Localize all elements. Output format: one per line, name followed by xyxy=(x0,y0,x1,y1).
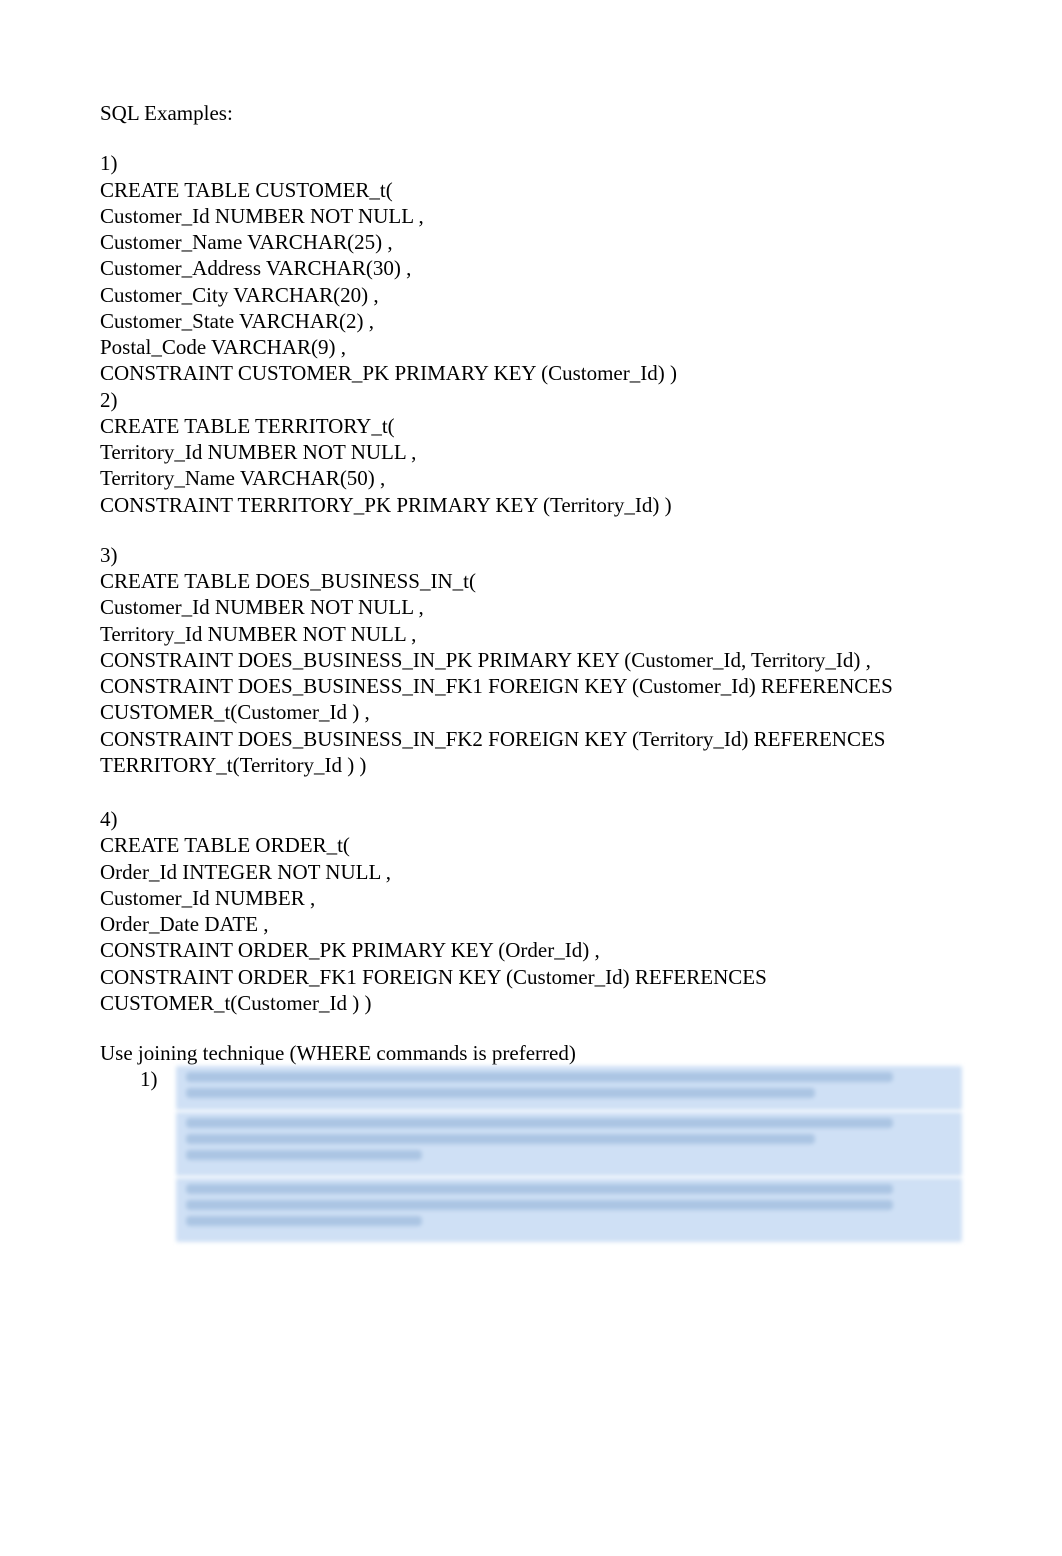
document-page: SQL Examples: 1) CREATE TABLE CUSTOMER_t… xyxy=(0,0,1062,1344)
list-number: 1) xyxy=(140,1066,176,1092)
section-4-line: Order_Date DATE , xyxy=(100,911,962,937)
section-4-line: Customer_Id NUMBER , xyxy=(100,885,962,911)
section-1-line: CREATE TABLE CUSTOMER_t( xyxy=(100,177,962,203)
section-1-line: Customer_Name VARCHAR(25) , xyxy=(100,229,962,255)
section-4-line: Order_Id INTEGER NOT NULL , xyxy=(100,859,962,885)
section-4-line: CREATE TABLE ORDER_t( xyxy=(100,832,962,858)
list-item: 1) xyxy=(140,1066,962,1110)
section-1-line: Customer_Address VARCHAR(30) , xyxy=(100,255,962,281)
redacted-text-icon xyxy=(176,1112,962,1176)
redacted-text-icon xyxy=(176,1066,962,1110)
section-1-line: Customer_State VARCHAR(2) , xyxy=(100,308,962,334)
numbered-list: 1) xyxy=(100,1066,962,1242)
section-1-num: 1) xyxy=(100,150,962,176)
spacer xyxy=(100,778,962,806)
section-2-line: CONSTRAINT TERRITORY_PK PRIMARY KEY (Ter… xyxy=(100,492,962,518)
section-1-line: CONSTRAINT CUSTOMER_PK PRIMARY KEY (Cust… xyxy=(100,360,962,386)
section-3-line: CONSTRAINT DOES_BUSINESS_IN_PK PRIMARY K… xyxy=(100,647,962,673)
section-1-line: Customer_Id NUMBER NOT NULL , xyxy=(100,203,962,229)
section-2-line: Territory_Id NUMBER NOT NULL , xyxy=(100,439,962,465)
section-3-line: CONSTRAINT DOES_BUSINESS_IN_FK1 FOREIGN … xyxy=(100,673,962,726)
list-item xyxy=(140,1178,962,1242)
section-1-line: Customer_City VARCHAR(20) , xyxy=(100,282,962,308)
section-3-num: 3) xyxy=(100,542,962,568)
instruction-line: Use joining technique (WHERE commands is… xyxy=(100,1040,962,1066)
section-2-line: CREATE TABLE TERRITORY_t( xyxy=(100,413,962,439)
section-4-line: CONSTRAINT ORDER_PK PRIMARY KEY (Order_I… xyxy=(100,937,962,963)
section-4-line: CONSTRAINT ORDER_FK1 FOREIGN KEY (Custom… xyxy=(100,964,962,1017)
list-item xyxy=(140,1112,962,1176)
section-2-line: Territory_Name VARCHAR(50) , xyxy=(100,465,962,491)
section-1-line: Postal_Code VARCHAR(9) , xyxy=(100,334,962,360)
section-3-line: CREATE TABLE DOES_BUSINESS_IN_t( xyxy=(100,568,962,594)
section-3-line: Customer_Id NUMBER NOT NULL , xyxy=(100,594,962,620)
redacted-text-icon xyxy=(176,1178,962,1242)
section-4-num: 4) xyxy=(100,806,962,832)
doc-title: SQL Examples: xyxy=(100,100,962,126)
section-3-line: CONSTRAINT DOES_BUSINESS_IN_FK2 FOREIGN … xyxy=(100,726,962,779)
section-2-num: 2) xyxy=(100,387,962,413)
section-3-line: Territory_Id NUMBER NOT NULL , xyxy=(100,621,962,647)
